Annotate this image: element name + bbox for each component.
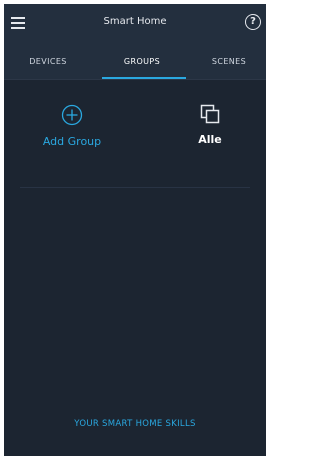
app-screen: Smart Home ? DEVICES GROUPS SCENES Add G… [4,4,266,456]
help-icon[interactable]: ? [245,14,261,30]
tab-groups[interactable]: GROUPS [98,44,186,80]
group-tile-alle[interactable]: Alle [155,104,265,160]
page-title: Smart Home [103,16,167,27]
smart-home-skills-link[interactable]: YOUR SMART HOME SKILLS [4,419,266,429]
add-group-label: Add Group [42,135,102,148]
plus-circle-icon [61,104,83,126]
add-group-button[interactable]: Add Group [17,104,127,160]
top-bar: Smart Home ? [4,4,266,44]
tab-scenes[interactable]: SCENES [192,44,266,80]
group-label-alle: Alle [198,133,222,146]
divider [20,187,250,188]
group-stack-icon [200,104,220,124]
tab-devices[interactable]: DEVICES [4,44,92,80]
tab-bar: DEVICES GROUPS SCENES [4,44,266,80]
active-tab-indicator [102,77,186,79]
